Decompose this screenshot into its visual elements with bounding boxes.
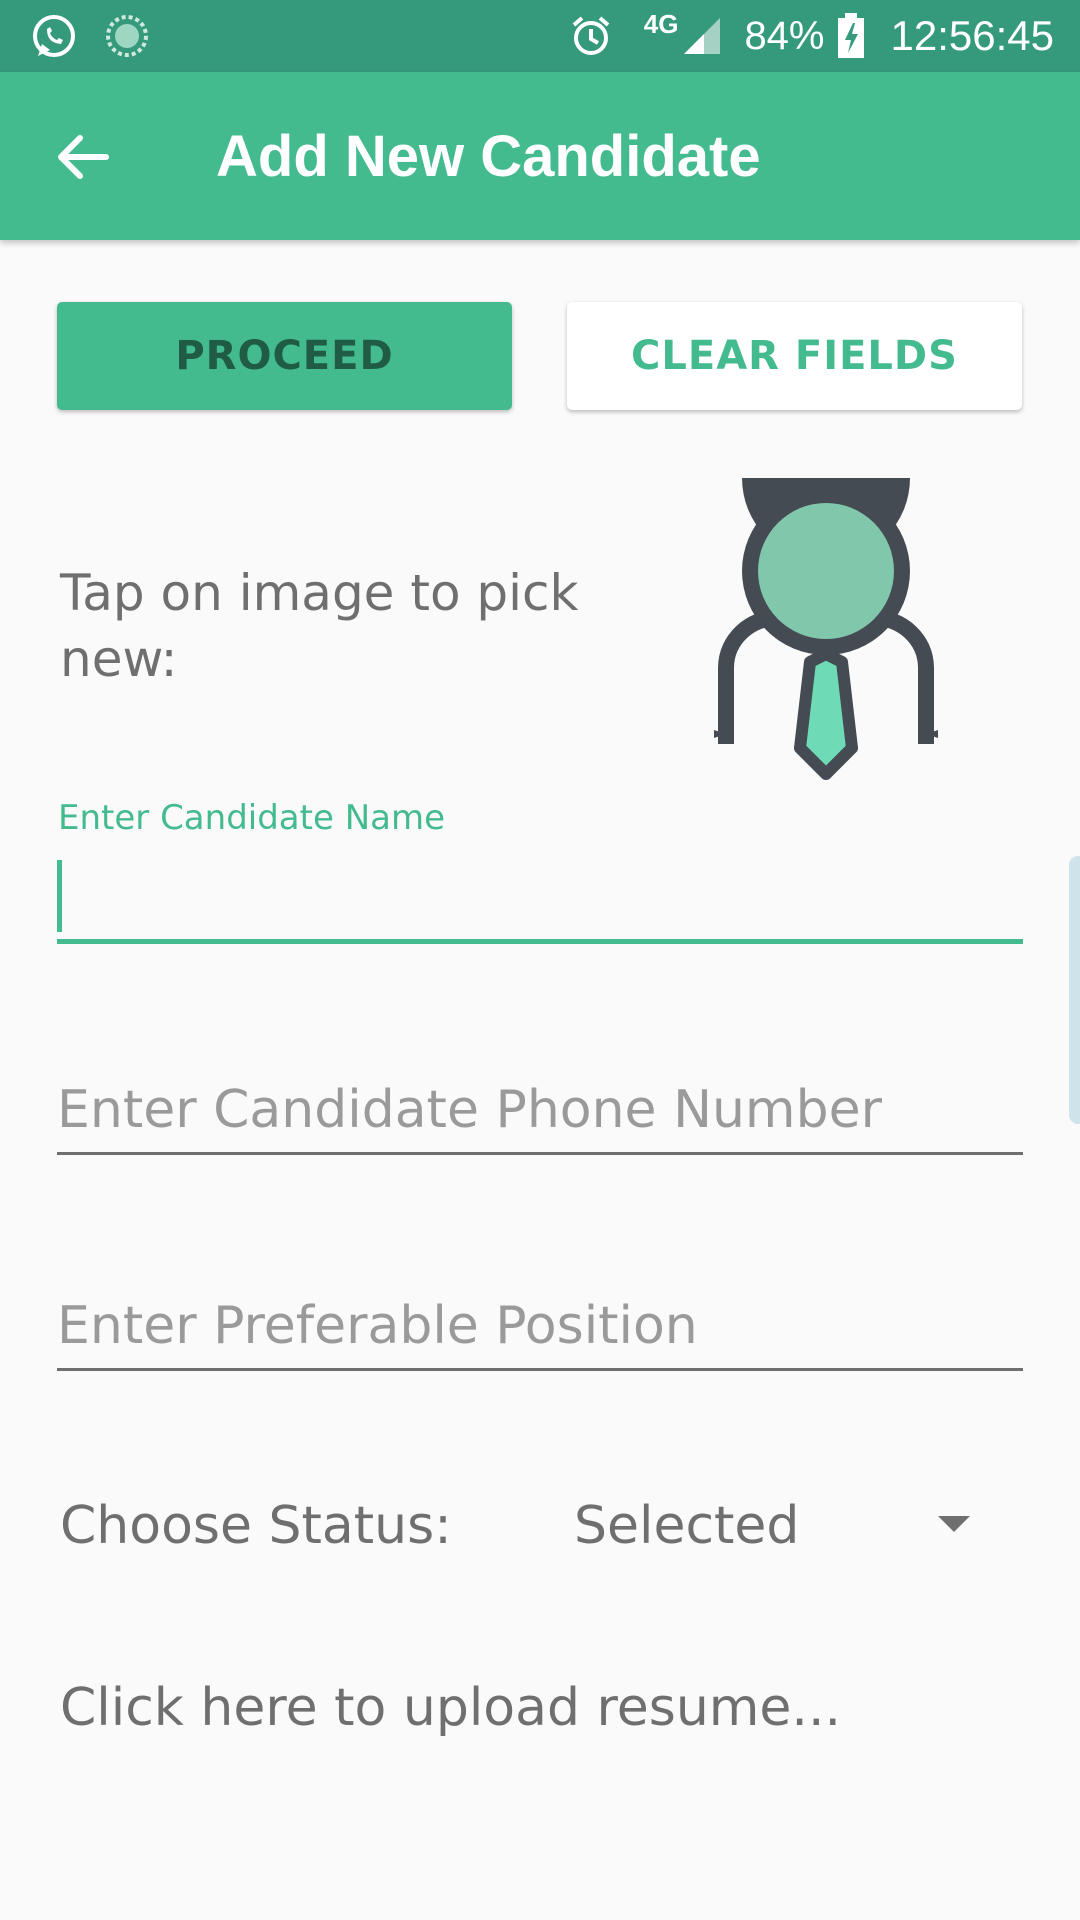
upload-resume-link[interactable]: Click here to upload resume...	[60, 1672, 841, 1744]
network-type: 4G	[643, 8, 679, 39]
candidate-name-label: Enter Candidate Name	[58, 798, 445, 838]
page-title: Add New Candidate	[216, 124, 761, 189]
status-selected-value: Selected	[574, 1496, 800, 1556]
app-bar: Add New Candidate	[0, 72, 1080, 240]
alarm-icon	[572, 16, 610, 55]
scrollbar-thumb[interactable]	[1069, 856, 1080, 1124]
candidate-name-input[interactable]	[57, 856, 1023, 938]
position-underline	[57, 1368, 1023, 1371]
back-button[interactable]	[50, 124, 116, 190]
proceed-button[interactable]: PROCEED	[57, 302, 512, 410]
status-bar: 4G 84% 12:56:45	[0, 0, 1080, 72]
candidate-name-underline	[57, 939, 1023, 944]
clock: 12:56:45	[890, 12, 1055, 59]
battery-charging-icon	[837, 13, 864, 58]
candidate-image-picker[interactable]	[712, 394, 940, 782]
candidate-avatar-icon	[714, 394, 938, 780]
status-dropdown[interactable]: Selected	[560, 1482, 1000, 1570]
notification-icons	[30, 12, 150, 60]
whatsapp-icon	[33, 15, 75, 57]
triangle-down-icon	[938, 1516, 970, 1532]
candidate-phone-input[interactable]	[57, 1070, 1023, 1150]
battery-percent: 84%	[744, 13, 825, 58]
status-label: Choose Status:	[60, 1496, 452, 1556]
arrow-back-icon	[58, 135, 109, 179]
clear-fields-button[interactable]: CLEAR FIELDS	[567, 302, 1022, 410]
phone-underline	[57, 1152, 1023, 1155]
image-picker-label: Tap on image to pick new:	[60, 564, 579, 688]
preferable-position-input[interactable]	[57, 1286, 1023, 1366]
sync-icon	[106, 15, 148, 57]
system-indicators: 4G 84% 12:56:45	[568, 0, 1054, 72]
text-cursor	[57, 860, 62, 932]
signal-icon	[684, 18, 721, 54]
